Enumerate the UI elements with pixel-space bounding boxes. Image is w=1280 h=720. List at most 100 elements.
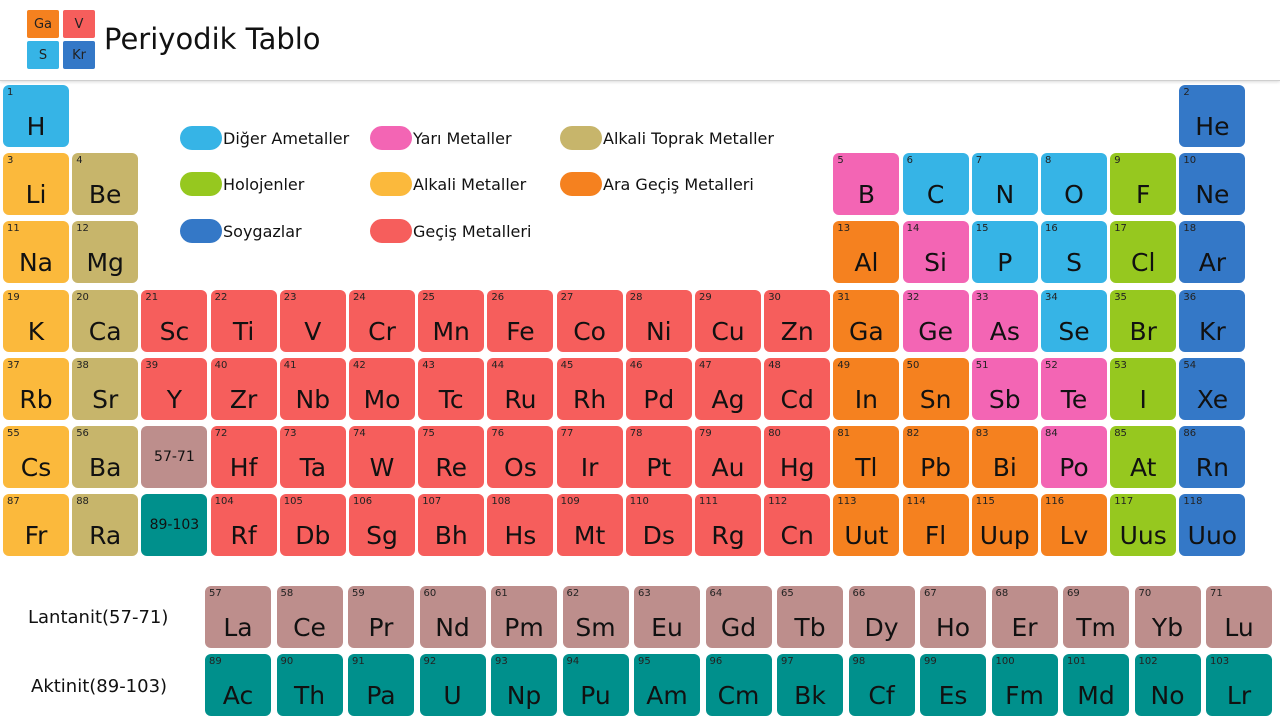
element-cell-lu[interactable]: 71 Lu (1206, 586, 1272, 648)
element-cell-mn[interactable]: 25 Mn (418, 289, 485, 352)
element-cell-ne[interactable]: 10 Ne (1179, 153, 1246, 216)
element-cell-ti[interactable]: 22 Ti (210, 289, 277, 352)
element-cell-cn[interactable]: 112 Cn (764, 494, 831, 557)
element-cell-hs[interactable]: 108 Hs (487, 494, 554, 557)
element-cell-cf[interactable]: 98 Cf (848, 654, 915, 716)
element-cell-pa[interactable]: 91 Pa (348, 654, 414, 716)
element-cell-ni[interactable]: 28 Ni (625, 289, 692, 352)
element-cell-si[interactable]: 14 Si (902, 221, 969, 284)
element-cell-se[interactable]: 34 Se (1041, 289, 1107, 352)
element-cell-pt[interactable]: 78 Pt (625, 426, 692, 488)
element-cell-au[interactable]: 79 Au (695, 426, 761, 488)
element-cell-li[interactable]: 3 Li (3, 153, 69, 216)
element-cell-dy[interactable]: 66 Dy (848, 586, 915, 648)
element-cell-cs[interactable]: 55 Cs (3, 426, 69, 488)
element-cell-th[interactable]: 90 Th (276, 654, 343, 716)
element-cell-uuo[interactable]: 118 Uuo (1179, 494, 1246, 557)
element-cell-am[interactable]: 95 Am (634, 654, 700, 716)
element-cell-md[interactable]: 101 Md (1063, 654, 1129, 716)
element-cell-b[interactable]: 5B (833, 153, 900, 216)
element-cell-at[interactable]: 85 At (1110, 426, 1177, 488)
element-cell-mo[interactable]: 42 Mo (349, 357, 415, 420)
element-cell-pu[interactable]: 94 Pu (562, 654, 629, 716)
element-cell-zr[interactable]: 40 Zr (210, 357, 277, 420)
element-cell-rn[interactable]: 86 Rn (1179, 426, 1246, 488)
element-cell-nd[interactable]: 60 Nd (419, 586, 486, 648)
element-cell-lr[interactable]: 103 Lr (1206, 654, 1272, 716)
element-cell-fl[interactable]: 114 Fl (902, 494, 969, 557)
element-cell-he[interactable]: 2 He (1179, 85, 1246, 147)
element-cell-la[interactable]: 57 La (205, 586, 271, 648)
element-cell-pb[interactable]: 82 Pb (902, 426, 969, 488)
element-cell-rb[interactable]: 37 Rb (3, 357, 69, 420)
element-cell-er[interactable]: 68 Er (991, 586, 1058, 648)
element-cell-mt[interactable]: 109 Mt (556, 494, 623, 557)
element-cell-uup[interactable]: 115 Uup (971, 494, 1038, 557)
element-cell-uut[interactable]: 113 Uut (833, 494, 900, 557)
element-cell-ho[interactable]: 67 Ho (920, 586, 986, 648)
element-cell-fe[interactable]: 26 Fe (487, 289, 554, 352)
element-cell-zn[interactable]: 30 Zn (764, 289, 831, 352)
element-cell-ce[interactable]: 58 Ce (276, 586, 343, 648)
element-cell-ge[interactable]: 32 Ge (902, 289, 969, 352)
element-cell-al[interactable]: 13 Al (833, 221, 900, 284)
element-cell-tl[interactable]: 81 Tl (833, 426, 900, 488)
element-cell-rh[interactable]: 45 Rh (556, 357, 623, 420)
element-cell-na[interactable]: 11 Na (3, 221, 69, 284)
element-cell-cm[interactable]: 96 Cm (705, 654, 772, 716)
element-cell-in[interactable]: 49 In (833, 357, 900, 420)
element-cell-uus[interactable]: 117 Uus (1110, 494, 1177, 557)
element-cell-sc[interactable]: 21 Sc (141, 289, 208, 352)
element-cell-gd[interactable]: 64 Gd (705, 586, 772, 648)
element-cell-hg[interactable]: 80 Hg (764, 426, 831, 488)
element-cell-cr[interactable]: 24 Cr (349, 289, 415, 352)
element-cell-i[interactable]: 53 I (1110, 357, 1177, 420)
element-cell-v[interactable]: 23 V (279, 289, 346, 352)
element-cell-ca[interactable]: 20 Ca (72, 289, 139, 352)
element-cell-ra[interactable]: 88 Ra (72, 494, 139, 557)
element-cell-s[interactable]: 16 S (1041, 221, 1107, 284)
element-cell-ac[interactable]: 89 Ac (205, 654, 271, 716)
element-cell-nb[interactable]: 41 Nb (279, 357, 346, 420)
element-cell-po[interactable]: 84 Po (1041, 426, 1107, 488)
element-cell-sm[interactable]: 62 Sm (562, 586, 629, 648)
element-cell-sg[interactable]: 106 Sg (349, 494, 415, 557)
element-cell-be[interactable]: 4 Be (72, 153, 139, 216)
element-cell-tc[interactable]: 43 Tc (418, 357, 485, 420)
element-cell-ir[interactable]: 77 Ir (556, 426, 623, 488)
element-cell-db[interactable]: 105 Db (279, 494, 346, 557)
element-cell-co[interactable]: 27 Co (556, 289, 623, 352)
element-cell-k[interactable]: 19 K (3, 289, 69, 352)
element-cell-xe[interactable]: 54 Xe (1179, 357, 1246, 420)
element-cell-os[interactable]: 76 Os (487, 426, 554, 488)
element-cell-ga[interactable]: 31 Ga (833, 289, 900, 352)
element-cell-bk[interactable]: 97 Bk (777, 654, 843, 716)
element-cell-fr[interactable]: 87 Fr (3, 494, 69, 557)
element-cell-ru[interactable]: 44 Ru (487, 357, 554, 420)
element-cell-o[interactable]: 8O (1041, 153, 1107, 216)
element-cell-h[interactable]: 1H (3, 85, 69, 147)
element-cell-mg[interactable]: 12 Mg (72, 221, 139, 284)
element-cell-n[interactable]: 7N (971, 153, 1038, 216)
element-cell-pr[interactable]: 59 Pr (348, 586, 414, 648)
element-cell-sr[interactable]: 38 Sr (72, 357, 139, 420)
element-cell-cl[interactable]: 17 Cl (1110, 221, 1177, 284)
element-cell-cd[interactable]: 48 Cd (764, 357, 831, 420)
element-cell-bh[interactable]: 107 Bh (418, 494, 485, 557)
element-cell-w[interactable]: 74 W (349, 426, 415, 488)
element-cell-bi[interactable]: 83 Bi (971, 426, 1038, 488)
element-cell-p[interactable]: 15 P (971, 221, 1038, 284)
element-cell-ba[interactable]: 56 Ba (72, 426, 139, 488)
element-cell-cu[interactable]: 29 Cu (695, 289, 761, 352)
element-cell-te[interactable]: 52 Te (1041, 357, 1107, 420)
element-cell-sb[interactable]: 51 Sb (971, 357, 1038, 420)
element-cell-es[interactable]: 99 Es (920, 654, 986, 716)
element-cell-fm[interactable]: 100 Fm (991, 654, 1058, 716)
element-cell-tm[interactable]: 69 Tm (1063, 586, 1129, 648)
element-cell-np[interactable]: 93 Np (491, 654, 557, 716)
element-cell-re[interactable]: 75 Re (418, 426, 485, 488)
element-cell-as[interactable]: 33 As (971, 289, 1038, 352)
element-cell-br[interactable]: 35 Br (1110, 289, 1177, 352)
element-cell-yb[interactable]: 70 Yb (1134, 586, 1201, 648)
element-cell-tb[interactable]: 65 Tb (777, 586, 843, 648)
